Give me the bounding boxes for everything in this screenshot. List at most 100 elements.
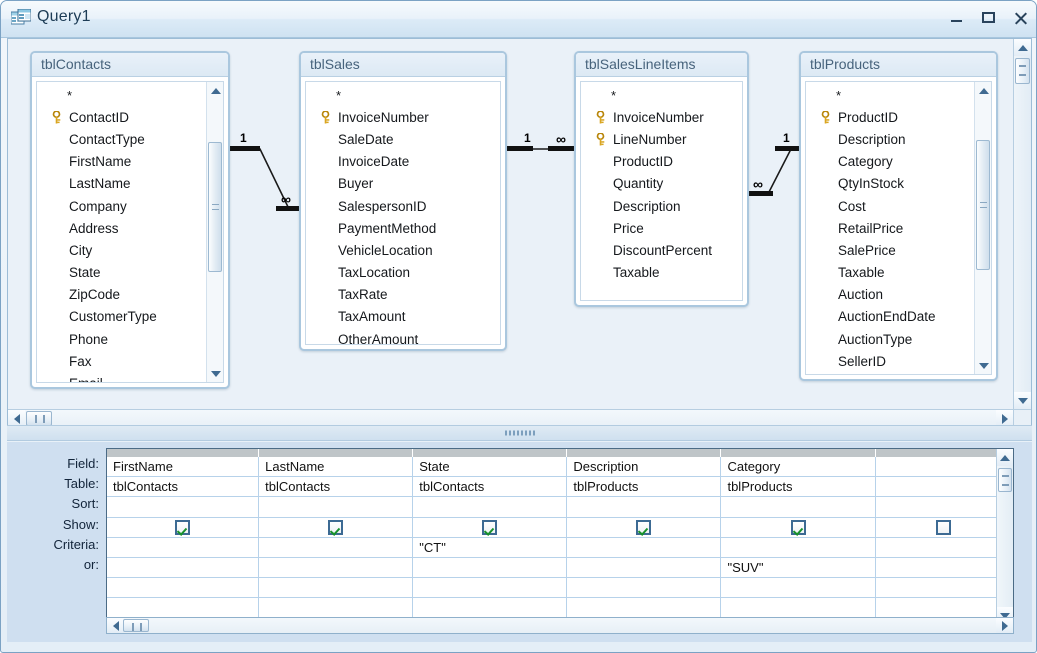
grid-row[interactable] — [107, 598, 1013, 619]
query-grid-column-selectors[interactable] — [107, 449, 1013, 457]
table-scroll-down-button[interactable] — [975, 357, 991, 374]
grid-scroll-right-button[interactable] — [996, 618, 1013, 633]
grid-or-cell[interactable]: "SUV" — [721, 557, 876, 578]
grid-empty-cell[interactable] — [567, 598, 722, 618]
field-item[interactable]: InvoiceNumber — [306, 106, 500, 128]
grid-empty-cell[interactable] — [413, 578, 568, 598]
grid-table-cell[interactable]: tblProducts — [567, 477, 722, 497]
field-item[interactable]: VehicleLocation — [306, 239, 500, 261]
grid-empty-cell[interactable] — [721, 598, 876, 618]
grid-empty-cell[interactable] — [413, 598, 568, 618]
grid-table-cell[interactable] — [876, 477, 1013, 497]
close-button[interactable] — [1012, 10, 1030, 26]
grid-criteria-cell[interactable] — [567, 537, 722, 557]
field-item[interactable]: PaymentMethod — [306, 217, 500, 239]
table-scroll-up-button[interactable] — [975, 82, 991, 99]
table-field-list[interactable]: * ProductID Description Category QtyInStock C… — [805, 81, 992, 375]
field-item[interactable]: Taxable — [581, 262, 742, 284]
grid-criteria-cell[interactable]: "CT" — [413, 537, 568, 557]
minimize-button[interactable] — [948, 10, 966, 26]
query-grid[interactable]: FirstName LastName State Description Categor… — [106, 448, 1014, 625]
grid-or-cell[interactable] — [259, 557, 414, 578]
field-item[interactable]: TaxLocation — [306, 262, 500, 284]
diagram-canvas[interactable]: 1 ∞ 1 ∞ ∞ 1 tblContacts * ContactID Contact… — [8, 39, 1014, 405]
field-item[interactable]: Company — [37, 195, 206, 217]
field-item[interactable]: SellerID — [806, 350, 974, 372]
grid-empty-cell[interactable] — [107, 578, 260, 598]
grid-field-cell[interactable] — [876, 457, 1013, 477]
field-item[interactable]: SaleDate — [306, 128, 500, 150]
field-item[interactable]: Category — [806, 151, 974, 173]
grid-show-cell[interactable] — [876, 517, 1013, 537]
field-item[interactable]: ContactType — [37, 128, 206, 150]
grid-hscroll-thumb[interactable] — [123, 619, 149, 632]
field-item[interactable]: LineNumber — [581, 128, 742, 150]
table-box-tblSales[interactable]: tblSales * InvoiceNumber SaleDate InvoiceDat… — [299, 51, 507, 351]
pane-splitter[interactable] — [7, 425, 1032, 441]
show-checkbox[interactable] — [482, 519, 498, 535]
field-item[interactable]: DiscountPercent — [581, 239, 742, 261]
grid-or-cell[interactable] — [413, 557, 568, 578]
grid-vertical-scrollbar[interactable] — [996, 449, 1013, 624]
show-checkbox[interactable] — [636, 519, 652, 535]
table-box-title[interactable]: tblContacts — [32, 53, 228, 77]
field-item[interactable]: Auction — [806, 284, 974, 306]
grid-column-selector[interactable] — [413, 449, 568, 457]
field-item[interactable]: AuctionEndDate — [806, 306, 974, 328]
grid-column-selector[interactable] — [721, 449, 876, 457]
field-item[interactable]: ContactID — [37, 106, 206, 128]
field-item[interactable]: * — [806, 84, 974, 106]
field-item[interactable]: ZipCode — [37, 284, 206, 306]
grid-field-cell[interactable]: LastName — [259, 457, 414, 477]
grid-criteria-cell[interactable] — [721, 537, 876, 557]
table-box-scrollbar[interactable] — [206, 82, 223, 382]
field-item[interactable]: TaxRate — [306, 284, 500, 306]
grid-show-cell[interactable] — [259, 517, 414, 537]
grid-field-cell[interactable]: Category — [721, 457, 876, 477]
field-item[interactable]: QtyInStock — [806, 173, 974, 195]
field-item[interactable]: TaxAmount — [306, 306, 500, 328]
field-item[interactable]: Fax — [37, 350, 206, 372]
field-item[interactable]: Cost — [806, 195, 974, 217]
grid-show-cell[interactable] — [567, 517, 722, 537]
grid-column-selector[interactable] — [259, 449, 414, 457]
field-item[interactable]: State — [37, 262, 206, 284]
field-item[interactable]: Quantity — [581, 173, 742, 195]
grid-or-cell[interactable] — [107, 557, 260, 578]
grid-sort-cell[interactable] — [259, 497, 414, 517]
table-scroll-thumb[interactable] — [976, 140, 990, 270]
field-item[interactable]: SalespersonID — [306, 195, 500, 217]
show-checkbox[interactable] — [175, 519, 191, 535]
table-field-list[interactable]: * InvoiceNumber LineNumber ProductID Quantit… — [580, 81, 743, 301]
field-item[interactable]: RetailPrice — [806, 217, 974, 239]
grid-show-cell[interactable] — [721, 517, 876, 537]
grid-table-cell[interactable]: tblContacts — [413, 477, 568, 497]
grid-field-cell[interactable]: State — [413, 457, 568, 477]
table-box-tblProducts[interactable]: tblProducts * ProductID Description Category… — [799, 51, 998, 381]
field-item[interactable]: * — [306, 84, 500, 106]
field-item[interactable]: City — [37, 239, 206, 261]
field-item[interactable]: Description — [806, 128, 974, 150]
table-box-title[interactable]: tblSalesLineItems — [576, 53, 747, 77]
field-item[interactable]: * — [37, 84, 206, 106]
diagram-vertical-scrollbar[interactable] — [1013, 39, 1031, 427]
grid-sort-cell[interactable] — [413, 497, 568, 517]
grid-or-cell[interactable] — [876, 557, 1013, 578]
field-item[interactable]: Description — [581, 195, 742, 217]
grid-empty-cell[interactable] — [259, 578, 414, 598]
grid-table-cell[interactable]: tblContacts — [107, 477, 260, 497]
table-scroll-thumb[interactable] — [208, 142, 222, 272]
grid-empty-cell[interactable] — [567, 578, 722, 598]
table-scroll-up-button[interactable] — [207, 82, 223, 99]
grid-row[interactable] — [107, 517, 1013, 538]
grid-horizontal-scrollbar[interactable] — [106, 617, 1014, 634]
grid-empty-cell[interactable] — [876, 578, 1013, 598]
query-grid-rows[interactable]: FirstName LastName State Description Categor… — [107, 457, 1013, 624]
field-item[interactable]: Taxable — [806, 262, 974, 284]
grid-table-cell[interactable]: tblProducts — [721, 477, 876, 497]
table-scroll-down-button[interactable] — [207, 365, 223, 382]
table-box-tblSalesLineItems[interactable]: tblSalesLineItems * InvoiceNumber LineNumbe… — [574, 51, 749, 307]
field-item[interactable]: InvoiceNumber — [581, 106, 742, 128]
grid-row[interactable]: FirstName LastName State Description Categor… — [107, 457, 1013, 478]
grid-sort-cell[interactable] — [876, 497, 1013, 517]
